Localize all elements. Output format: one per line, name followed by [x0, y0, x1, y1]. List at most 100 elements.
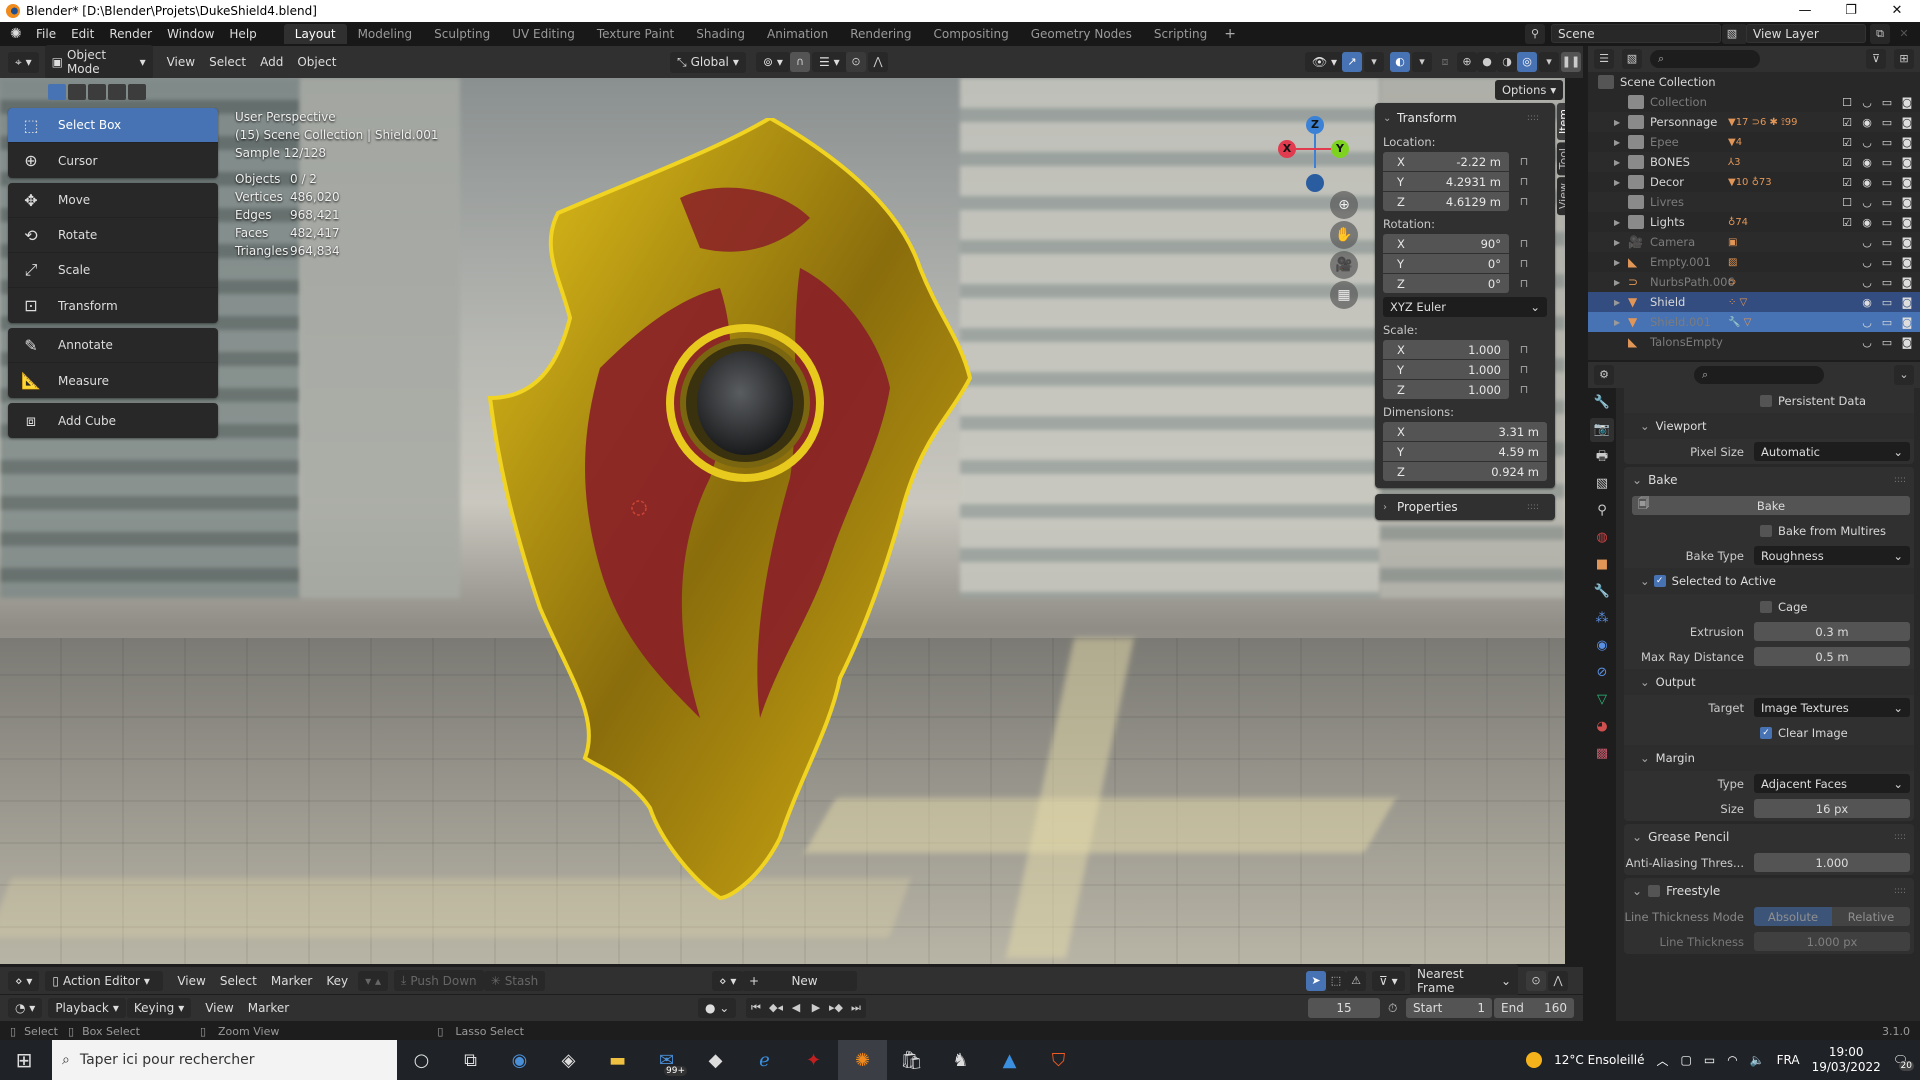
- eye-icon[interactable]: ◡: [1860, 276, 1874, 289]
- menu-select[interactable]: Select: [209, 55, 246, 69]
- monitor-icon[interactable]: ▭: [1880, 196, 1894, 209]
- monitor-icon[interactable]: ▭: [1880, 116, 1894, 129]
- eye-icon[interactable]: ◉: [1860, 156, 1874, 169]
- eye-icon[interactable]: ◡: [1860, 236, 1874, 249]
- margin-size-field[interactable]: 16 px: [1754, 799, 1910, 818]
- expand-arrow-icon[interactable]: ▶: [1614, 318, 1628, 327]
- outliner-row[interactable]: ▶ ⊃ NurbsPath.006 ⊃ ◡ ▭ ◙: [1588, 272, 1920, 292]
- outliner-row[interactable]: ◣ TalonsEmpty ◡ ▭ ◙: [1588, 332, 1920, 352]
- tab-animation[interactable]: Animation: [756, 24, 839, 44]
- tab-geometry-nodes[interactable]: Geometry Nodes: [1020, 24, 1143, 44]
- eye-icon[interactable]: ◉: [1860, 216, 1874, 229]
- dopesheet-mode-selector[interactable]: ▯ Action Editor ▾: [45, 970, 164, 991]
- camera-view-button[interactable]: 🎥: [1330, 251, 1358, 279]
- tool-rotate[interactable]: ⟲ Rotate: [8, 218, 218, 253]
- outliner-row[interactable]: ▶ ◣ Empty.001 ▨ ◡ ▭ ◙: [1588, 252, 1920, 272]
- gizmo-y-axis[interactable]: Y: [1331, 140, 1349, 158]
- exclude-checkbox[interactable]: ☑: [1840, 176, 1854, 189]
- tool-measure[interactable]: 📐 Measure: [8, 363, 218, 398]
- scene-collection-row[interactable]: Scene Collection: [1588, 72, 1920, 92]
- visibility-selector[interactable]: 👁 ▾: [1305, 52, 1345, 72]
- next-keyframe-button[interactable]: ▸◆: [826, 998, 846, 1018]
- output-tab-icon[interactable]: 🖶: [1590, 445, 1614, 469]
- expand-arrow-icon[interactable]: ▶: [1614, 118, 1628, 127]
- render-camera-icon[interactable]: ◙: [1900, 116, 1914, 129]
- outliner-row[interactable]: Livres ☐ ◡ ▭ ◙: [1588, 192, 1920, 212]
- action-menu-select[interactable]: Select: [220, 974, 257, 988]
- tab-compositing[interactable]: Compositing: [922, 24, 1019, 44]
- render-camera-icon[interactable]: ◙: [1900, 196, 1914, 209]
- properties-panel-header[interactable]: › Properties::::: [1383, 496, 1547, 518]
- brave-icon[interactable]: ⛉: [1034, 1040, 1083, 1080]
- particles-tab-icon[interactable]: ⁂: [1590, 607, 1614, 631]
- rotation-x-field[interactable]: X 90°: [1383, 234, 1509, 253]
- monitor-icon[interactable]: ▭: [1880, 136, 1894, 149]
- tool-add-cube[interactable]: ⧈ Add Cube: [8, 403, 218, 438]
- battery-icon[interactable]: ▭: [1704, 1053, 1715, 1067]
- location-y-field[interactable]: Y 4.2931 m: [1383, 172, 1509, 191]
- gizmo-neg-z-axis[interactable]: [1306, 174, 1324, 192]
- eye-icon[interactable]: ◡: [1860, 136, 1874, 149]
- play-reverse-button[interactable]: ◀: [786, 998, 806, 1018]
- render-camera-icon[interactable]: ◙: [1900, 316, 1914, 329]
- clear-image-checkbox[interactable]: ✓: [1760, 726, 1772, 739]
- expand-arrow-icon[interactable]: ▶: [1614, 138, 1628, 147]
- close-button[interactable]: ✕: [1874, 0, 1920, 22]
- tool-cursor[interactable]: ⊕ Cursor: [8, 143, 218, 178]
- eye-icon[interactable]: ◉: [1860, 116, 1874, 129]
- lock-icon[interactable]: ⊓: [1509, 237, 1539, 250]
- filter-icon[interactable]: ⊽: [1866, 49, 1886, 69]
- filter-dropdown[interactable]: ⊽ ▾: [1372, 970, 1405, 991]
- keying-menu[interactable]: Keying ▾: [126, 998, 192, 1018]
- pixel-size-select[interactable]: Automatic ⌄: [1754, 442, 1910, 461]
- ortho-toggle-button[interactable]: ▦: [1330, 281, 1358, 309]
- outliner-row[interactable]: ▶ Decor ▼10 ♁73 ☑ ◉ ▭ ◙: [1588, 172, 1920, 192]
- expand-arrow-icon[interactable]: ▶: [1614, 158, 1628, 167]
- expand-arrow-icon[interactable]: ▶: [1614, 238, 1628, 247]
- layer-arrows[interactable]: ▾ ▴: [358, 970, 388, 991]
- proportional-toggle[interactable]: ⊙: [1526, 970, 1546, 991]
- blender-menu-icon[interactable]: ✺: [10, 26, 26, 42]
- render-camera-icon[interactable]: ◙: [1900, 336, 1914, 349]
- wireframe-shading[interactable]: ⊕: [1457, 52, 1477, 72]
- file-explorer-icon[interactable]: ▬: [593, 1040, 642, 1080]
- select-new-mode[interactable]: [48, 84, 66, 100]
- material-tab-icon[interactable]: ◕: [1590, 715, 1614, 739]
- lock-icon[interactable]: ⊓: [1509, 363, 1539, 376]
- editor-type-button[interactable]: ⌖ ▾: [8, 51, 39, 73]
- lock-icon[interactable]: ⊓: [1509, 383, 1539, 396]
- volume-icon[interactable]: 🔈: [1750, 1053, 1765, 1067]
- freestyle-header[interactable]: ⌄ Freestyle::::: [1624, 878, 1914, 904]
- lock-icon[interactable]: ⊓: [1509, 343, 1539, 356]
- stopwatch-icon[interactable]: ⏱: [1388, 1001, 1397, 1016]
- outliner-editor-type[interactable]: ☰: [1594, 49, 1614, 69]
- tab-uv-editing[interactable]: UV Editing: [501, 24, 586, 44]
- line-thickness-field[interactable]: 1.000 px: [1754, 932, 1910, 951]
- display-mode-selector[interactable]: ▧: [1622, 49, 1642, 69]
- drag-grip-icon[interactable]: ::::: [1527, 113, 1539, 123]
- tab-modeling[interactable]: Modeling: [347, 24, 424, 44]
- weather-text[interactable]: 12°C Ensoleillé: [1554, 1053, 1644, 1067]
- monitor-icon[interactable]: ▭: [1880, 156, 1894, 169]
- lock-icon[interactable]: ⊓: [1509, 195, 1539, 208]
- outliner-row[interactable]: ▶ Lights ♁74 ☑ ◉ ▭ ◙: [1588, 212, 1920, 232]
- pivot-selector[interactable]: ⊚ ▾: [756, 52, 790, 72]
- modifier-tab-icon[interactable]: 🔧: [1590, 580, 1614, 604]
- monitor-icon[interactable]: ▭: [1880, 276, 1894, 289]
- add-workspace-button[interactable]: +: [1224, 26, 1236, 42]
- gimp-icon[interactable]: ♞: [936, 1040, 985, 1080]
- bake-multires-row[interactable]: Bake from Multires: [1624, 518, 1914, 543]
- view-layer-selector[interactable]: View Layer: [1746, 24, 1866, 43]
- delete-view-layer-button[interactable]: ✕: [1894, 24, 1914, 44]
- shield-model[interactable]: [480, 118, 1000, 908]
- end-frame-field[interactable]: End 160: [1494, 998, 1574, 1018]
- material-shading[interactable]: ◑: [1497, 52, 1517, 72]
- lock-icon[interactable]: ⊓: [1509, 257, 1539, 270]
- render-camera-icon[interactable]: ◙: [1900, 136, 1914, 149]
- properties-search-input[interactable]: ⌕: [1694, 366, 1824, 384]
- stash-button[interactable]: ✳ Stash: [483, 970, 546, 991]
- dimensions-y-field[interactable]: Y 4.59 m: [1383, 442, 1547, 461]
- scene-selector[interactable]: Scene: [1551, 24, 1721, 43]
- mode-selector[interactable]: ▣ Object Mode ▾: [44, 45, 153, 79]
- mail-icon[interactable]: ✉ 99+: [642, 1040, 691, 1080]
